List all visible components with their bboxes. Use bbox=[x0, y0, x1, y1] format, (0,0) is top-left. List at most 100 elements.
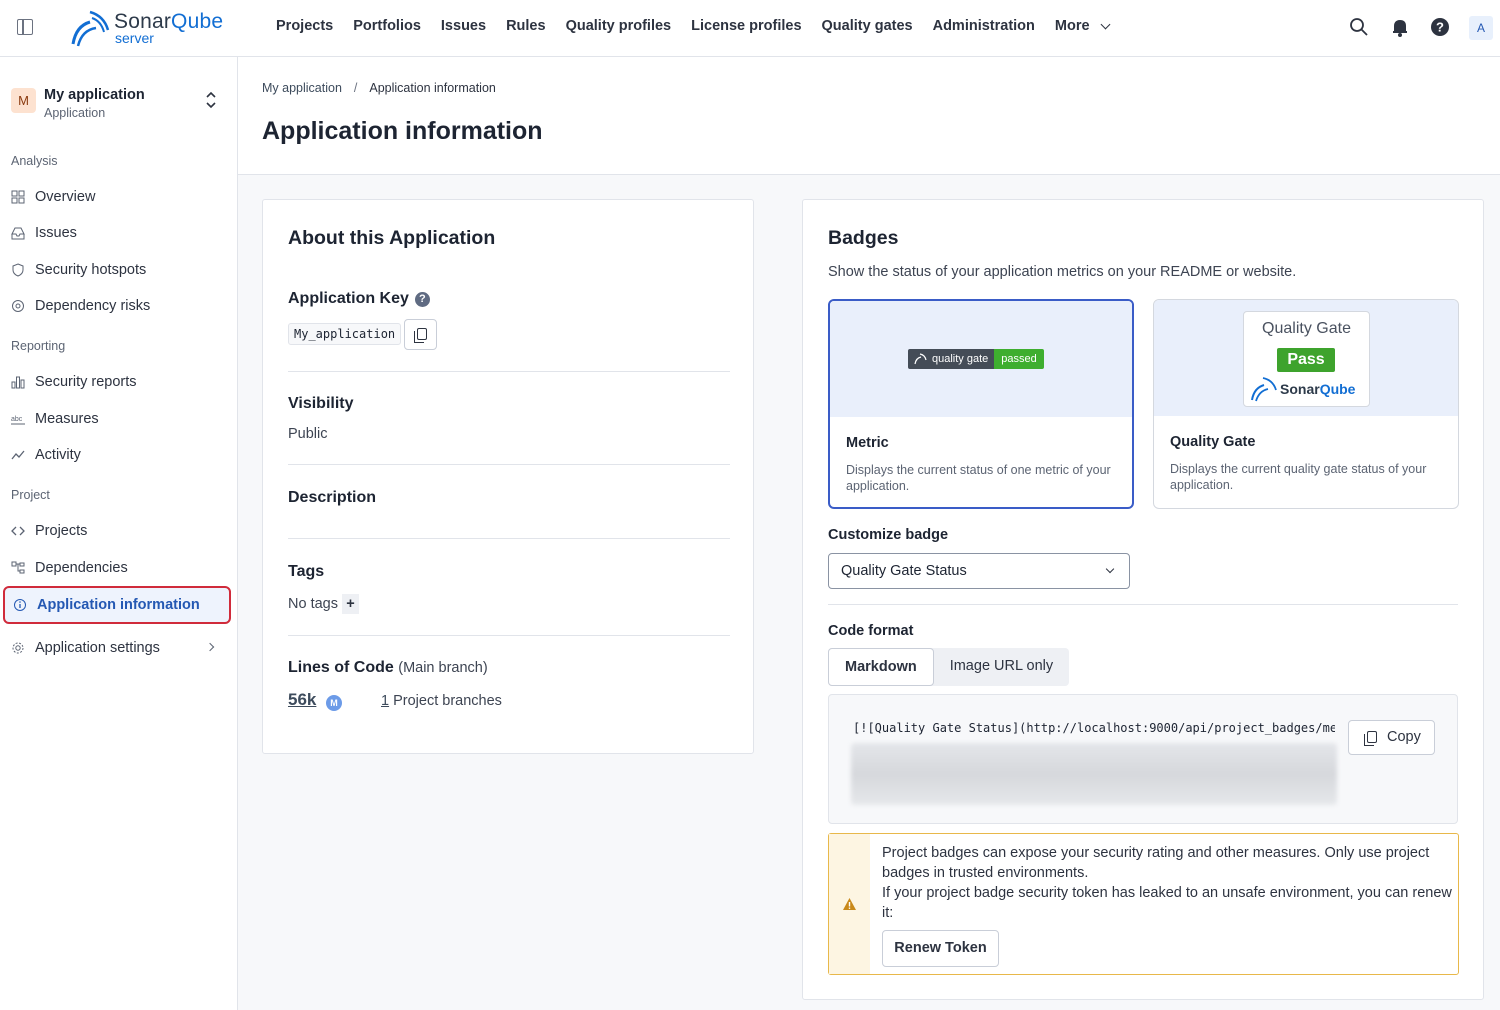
chevron-right-icon bbox=[205, 642, 215, 652]
app-type: Application bbox=[44, 106, 106, 120]
sidebar-item-projects[interactable]: Projects bbox=[11, 518, 231, 544]
project-branches-count[interactable]: 1 bbox=[381, 693, 389, 709]
sidebar-item-dependency-risks[interactable]: Dependency risks bbox=[11, 293, 231, 319]
sidebar-item-label: Overview bbox=[35, 189, 96, 205]
sidebar-item-label: Measures bbox=[35, 411, 99, 427]
app-avatar: M bbox=[11, 88, 36, 113]
nav-more[interactable]: More bbox=[1045, 18, 1119, 34]
nav-more-label: More bbox=[1054, 18, 1090, 34]
bar-chart-icon bbox=[11, 376, 25, 389]
format-markdown[interactable]: Markdown bbox=[828, 648, 934, 686]
user-avatar[interactable]: A bbox=[1469, 16, 1493, 40]
sidebar-item-application-settings[interactable]: Application settings bbox=[11, 635, 231, 661]
help-icon[interactable]: ? bbox=[1430, 17, 1450, 37]
qg-card-brand-a: Sonar bbox=[1280, 381, 1320, 397]
metric-badge-left: quality gate bbox=[908, 349, 995, 369]
divider bbox=[828, 604, 1458, 605]
format-image-url[interactable]: Image URL only bbox=[934, 648, 1069, 686]
qg-card-title: Quality Gate bbox=[1262, 320, 1351, 337]
badge-option-metric[interactable]: quality gate passed Metric Displays the … bbox=[828, 299, 1134, 509]
metric-badge-image: quality gate passed bbox=[908, 349, 1044, 369]
shield-icon bbox=[12, 263, 24, 277]
redacted-token bbox=[851, 743, 1337, 805]
lines-of-code-value[interactable]: 56k bbox=[288, 690, 316, 710]
divider bbox=[288, 464, 730, 465]
description-label: Description bbox=[288, 489, 377, 506]
quality-gate-option-desc: Displays the current quality gate status… bbox=[1170, 462, 1427, 492]
sidebar-item-label: Issues bbox=[35, 225, 77, 241]
badges-subtitle: Show the status of your application metr… bbox=[828, 264, 1297, 280]
customize-badge-value: Quality Gate Status bbox=[841, 563, 967, 579]
sonarqube-logo[interactable]: SonarQube server bbox=[70, 8, 235, 48]
metric-option-title: Metric bbox=[846, 435, 889, 451]
breadcrumb-link-app[interactable]: My application bbox=[262, 81, 342, 95]
add-tag-button[interactable]: + bbox=[341, 594, 359, 614]
sidebar-toggle-icon[interactable] bbox=[17, 19, 33, 35]
nav-portfolios[interactable]: Portfolios bbox=[343, 18, 431, 34]
code-snippet-box: [![Quality Gate Status](http://localhost… bbox=[828, 694, 1458, 824]
code-snippet: [![Quality Gate Status](http://localhost… bbox=[853, 721, 1335, 735]
sidebar-item-label: Security reports bbox=[35, 374, 137, 390]
renew-token-button[interactable]: Renew Token bbox=[882, 930, 999, 967]
help-icon[interactable]: ? bbox=[414, 292, 430, 307]
metric-badge-preview: quality gate passed bbox=[830, 301, 1132, 417]
chevron-down-icon bbox=[1100, 19, 1111, 29]
sidebar-item-dependencies[interactable]: Dependencies bbox=[11, 555, 231, 581]
nav-projects[interactable]: Projects bbox=[266, 18, 343, 34]
quality-gate-option-title: Quality Gate bbox=[1170, 434, 1256, 450]
lines-of-code-label: Lines of Code (Main branch) bbox=[288, 659, 488, 677]
sidebar-item-label: Application settings bbox=[35, 640, 160, 656]
breadcrumb: My application / Application information bbox=[262, 81, 496, 95]
activity-icon bbox=[11, 450, 25, 460]
badges-card: Badges Show the status of your applicati… bbox=[802, 199, 1484, 1000]
warning-text-line2: If your project badge security token has… bbox=[882, 885, 1452, 921]
sidebar-item-security-reports[interactable]: Security reports bbox=[11, 369, 231, 395]
sidebar-item-application-information[interactable]: Application information bbox=[3, 586, 231, 624]
metric-badge-left-text: quality gate bbox=[932, 353, 989, 365]
copy-code-button[interactable]: Copy bbox=[1348, 720, 1435, 755]
svg-text:abc: abc bbox=[11, 416, 23, 423]
sidebar-item-label: Application information bbox=[37, 597, 200, 613]
inbox-icon bbox=[11, 227, 25, 240]
nav-quality-profiles[interactable]: Quality profiles bbox=[556, 18, 682, 34]
tags-row: No tags + bbox=[288, 594, 359, 614]
code-icon bbox=[11, 526, 25, 536]
sidebar-item-activity[interactable]: Activity bbox=[11, 442, 231, 468]
search-icon[interactable] bbox=[1349, 17, 1369, 37]
sidebar-item-label: Security hotspots bbox=[35, 262, 147, 278]
nav-rules[interactable]: Rules bbox=[496, 18, 556, 34]
quality-gate-badge-preview: Quality Gate Pass SonarQube bbox=[1154, 300, 1458, 416]
nav-license-profiles[interactable]: License profiles bbox=[681, 18, 811, 34]
sidebar: M My application Application Analysis Ov… bbox=[0, 57, 238, 1010]
sonar-waves-icon bbox=[71, 10, 110, 47]
divider bbox=[288, 538, 730, 539]
customize-badge-select[interactable]: Quality Gate Status bbox=[828, 553, 1130, 589]
copy-key-button[interactable] bbox=[404, 319, 437, 350]
breadcrumb-separator: / bbox=[353, 81, 358, 95]
warning-text-line1: Project badges can expose your security … bbox=[882, 845, 1430, 881]
application-key-value: My_application bbox=[288, 323, 402, 345]
divider bbox=[288, 371, 730, 372]
sidebar-item-measures[interactable]: abc Measures bbox=[11, 406, 231, 432]
qg-card-brand: SonarQube bbox=[1280, 381, 1355, 397]
nav-quality-gates[interactable]: Quality gates bbox=[812, 18, 923, 34]
bell-icon[interactable] bbox=[1390, 17, 1410, 37]
sidebar-item-label: Dependencies bbox=[35, 560, 128, 576]
logo-subtitle: server bbox=[115, 30, 154, 46]
security-warning: Project badges can expose your security … bbox=[828, 833, 1459, 975]
badge-option-quality-gate[interactable]: Quality Gate Pass SonarQube Quality Gate… bbox=[1153, 299, 1459, 509]
lines-of-code-label-text: Lines of Code bbox=[288, 659, 394, 676]
sidebar-item-security-hotspots[interactable]: Security hotspots bbox=[11, 257, 231, 283]
app-selector[interactable]: M My application Application bbox=[11, 85, 231, 125]
nav-administration[interactable]: Administration bbox=[923, 18, 1045, 34]
nav-issues[interactable]: Issues bbox=[431, 18, 496, 34]
copy-icon-back bbox=[1364, 734, 1374, 746]
sidebar-item-overview[interactable]: Overview bbox=[11, 184, 231, 210]
chevron-up-down-icon bbox=[206, 91, 216, 109]
customize-badge-label: Customize badge bbox=[828, 527, 949, 543]
main-nav: Projects Portfolios Issues Rules Quality… bbox=[266, 18, 1119, 34]
section-analysis: Analysis bbox=[11, 154, 58, 168]
code-format-label: Code format bbox=[828, 623, 914, 639]
sidebar-item-issues[interactable]: Issues bbox=[11, 220, 231, 246]
sidebar-item-label: Projects bbox=[35, 523, 88, 539]
